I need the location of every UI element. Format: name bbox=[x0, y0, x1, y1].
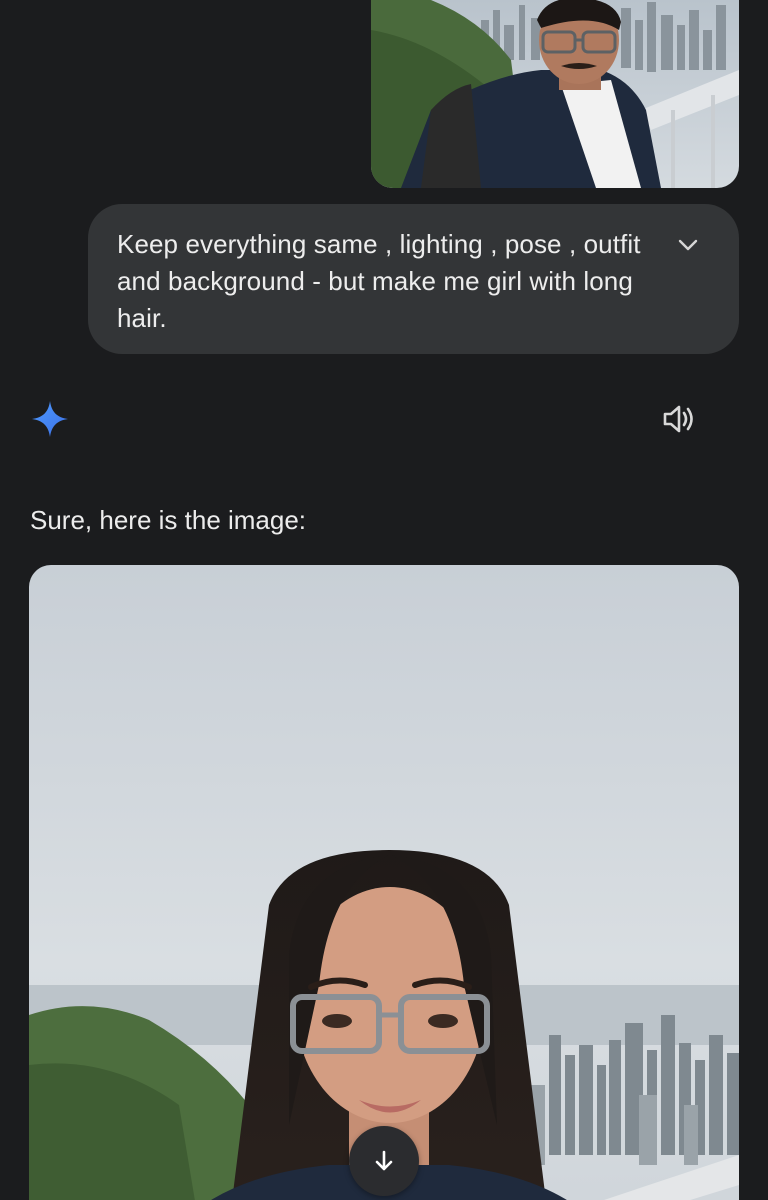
user-uploaded-photo[interactable] bbox=[371, 0, 739, 188]
user-message-text: Keep everything same , lighting , pose ,… bbox=[117, 229, 641, 333]
arrow-down-icon bbox=[375, 1150, 393, 1171]
read-aloud-button[interactable] bbox=[660, 400, 698, 438]
assistant-response-text: Sure, here is the image: bbox=[30, 505, 307, 535]
user-message-bubble: Keep everything same , lighting , pose ,… bbox=[88, 204, 739, 354]
scroll-to-bottom-button[interactable] bbox=[349, 1126, 419, 1196]
expand-message-button[interactable] bbox=[675, 232, 701, 258]
chat-conversation: Keep everything same , lighting , pose ,… bbox=[0, 0, 768, 1200]
chevron-down-icon bbox=[678, 239, 698, 251]
gemini-spark-icon bbox=[31, 400, 69, 438]
generated-image[interactable] bbox=[29, 565, 739, 1200]
speaker-icon bbox=[663, 405, 693, 433]
